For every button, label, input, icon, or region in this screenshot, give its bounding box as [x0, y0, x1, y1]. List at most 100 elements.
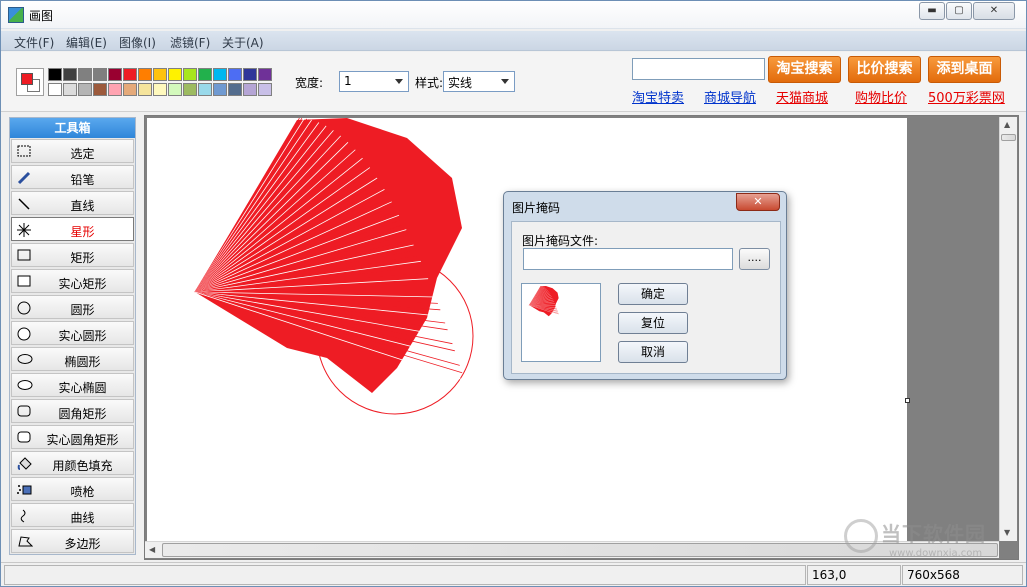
circle-icon [17, 301, 31, 315]
color-palette [48, 68, 272, 98]
close-icon: ✕ [753, 195, 763, 208]
airbrush-icon [17, 483, 32, 495]
tool-line[interactable]: 直线 [11, 191, 134, 215]
reset-button[interactable]: 复位 [618, 312, 688, 334]
tool-fill-bucket[interactable]: 用颜色填充 [11, 451, 134, 475]
scroll-up-icon[interactable]: ▲ [1004, 120, 1010, 129]
add-to-desktop-button[interactable]: 添到桌面 [928, 56, 1001, 83]
palette-swatch[interactable] [243, 68, 257, 81]
tool-select[interactable]: 选定 [11, 139, 134, 163]
palette-swatch[interactable] [153, 68, 167, 81]
scroll-down-icon[interactable]: ▼ [1004, 528, 1010, 537]
cancel-button[interactable]: 取消 [618, 341, 688, 363]
link-taobao-sale[interactable]: 淘宝特卖 [632, 87, 684, 106]
palette-swatch[interactable] [138, 68, 152, 81]
link-lottery[interactable]: 500万彩票网 [928, 87, 1005, 106]
mask-file-input[interactable] [523, 248, 733, 270]
palette-swatch[interactable] [123, 68, 137, 81]
scroll-left-icon[interactable]: ◀ [149, 545, 155, 554]
palette-swatch[interactable] [93, 68, 107, 81]
tool-label: 曲线 [70, 511, 95, 525]
palette-swatch[interactable] [63, 83, 77, 96]
palette-swatch[interactable] [183, 83, 197, 96]
palette-swatch[interactable] [153, 83, 167, 96]
cursor-coords: 163,0 [807, 565, 901, 585]
palette-swatch[interactable] [108, 68, 122, 81]
taobao-search-button[interactable]: 淘宝搜索 [768, 56, 841, 83]
menu-filter[interactable]: 滤镜(F) [170, 34, 210, 51]
dialog-title: 图片掩码 [512, 201, 561, 215]
palette-swatch[interactable] [168, 83, 182, 96]
vertical-scroll-thumb[interactable] [1001, 134, 1016, 141]
palette-swatch[interactable] [93, 83, 107, 96]
dialog-close-button[interactable]: ✕ [736, 193, 780, 211]
palette-swatch[interactable] [183, 68, 197, 81]
link-shopping-compare[interactable]: 购物比价 [855, 87, 907, 106]
fill-bucket-icon [17, 457, 32, 470]
menu-bar: 文件(F) 编辑(E) 图像(I) 滤镜(F) 关于(A) [1, 31, 1026, 51]
close-button[interactable]: ✕ [973, 2, 1015, 20]
palette-swatch[interactable] [213, 68, 227, 81]
tool-polygon[interactable]: 多边形 [11, 529, 134, 553]
palette-swatch[interactable] [258, 83, 272, 96]
paint-window: 画图 ▬ ▢ ✕ 文件(F) 编辑(E) 图像(I) 滤镜(F) 关于(A) 宽… [0, 0, 1027, 587]
palette-swatch[interactable] [108, 83, 122, 96]
palette-swatch[interactable] [48, 83, 62, 96]
palette-swatch[interactable] [138, 83, 152, 96]
tool-filled-rectangle[interactable]: 实心矩形 [11, 269, 134, 293]
tool-circle[interactable]: 圆形 [11, 295, 134, 319]
tool-label: 直线 [70, 199, 95, 213]
palette-swatch[interactable] [228, 83, 242, 96]
tool-filled-ellipse[interactable]: 实心椭圆 [11, 373, 134, 397]
pencil-icon [17, 171, 31, 185]
toolbar: 宽度: 1 样式: 实线 淘宝搜索 比价搜索 添到桌面 淘宝特卖 商城导航 天猫… [1, 52, 1026, 112]
link-mall-nav[interactable]: 商城导航 [704, 87, 756, 106]
tool-pencil[interactable]: 铅笔 [11, 165, 134, 189]
current-color-preview[interactable] [16, 68, 44, 96]
tool-filled-circle[interactable]: 实心圆形 [11, 321, 134, 345]
tool-label: 圆形 [70, 303, 95, 317]
foreground-color [21, 73, 33, 85]
palette-swatch[interactable] [123, 83, 137, 96]
paint-app-icon [8, 7, 24, 23]
vertical-scrollbar[interactable]: ▲ ▼ [999, 117, 1017, 541]
toolbox-title: 工具箱 [10, 118, 135, 138]
palette-swatch[interactable] [198, 68, 212, 81]
style-select[interactable]: 实线 [443, 71, 515, 92]
palette-swatch[interactable] [168, 68, 182, 81]
minimize-button[interactable]: ▬ [919, 2, 945, 20]
menu-file[interactable]: 文件(F) [14, 34, 54, 51]
tool-label: 实心椭圆 [58, 381, 107, 395]
tool-star[interactable]: 星形 [11, 217, 134, 241]
menu-image[interactable]: 图像(I) [119, 34, 156, 51]
palette-swatch[interactable] [48, 68, 62, 81]
palette-swatch[interactable] [258, 68, 272, 81]
price-compare-button[interactable]: 比价搜索 [848, 56, 921, 83]
palette-swatch[interactable] [63, 68, 77, 81]
width-select[interactable]: 1 [339, 71, 409, 92]
search-input[interactable] [632, 58, 765, 80]
link-tmall[interactable]: 天猫商城 [776, 87, 828, 106]
menu-edit[interactable]: 编辑(E) [66, 34, 107, 51]
menu-about[interactable]: 关于(A) [222, 34, 264, 51]
tool-label: 用颜色填充 [52, 459, 113, 473]
palette-swatch[interactable] [198, 83, 212, 96]
palette-swatch[interactable] [243, 83, 257, 96]
palette-swatch[interactable] [78, 83, 92, 96]
ok-button[interactable]: 确定 [618, 283, 688, 305]
palette-swatch[interactable] [228, 68, 242, 81]
palette-swatch[interactable] [78, 68, 92, 81]
mask-preview-image [529, 285, 559, 317]
maximize-button[interactable]: ▢ [946, 2, 972, 20]
palette-swatch[interactable] [213, 83, 227, 96]
window-title: 画图 [29, 9, 54, 23]
tool-ellipse[interactable]: 椭圆形 [11, 347, 134, 371]
tool-filled-rounded-rectangle[interactable]: 实心圆角矩形 [11, 425, 134, 449]
canvas-resize-handle[interactable] [905, 398, 910, 403]
tool-label: 铅笔 [70, 173, 95, 187]
tool-airbrush[interactable]: 喷枪 [11, 477, 134, 501]
browse-button[interactable]: .... [739, 248, 770, 270]
tool-rounded-rectangle[interactable]: 圆角矩形 [11, 399, 134, 423]
tool-rectangle[interactable]: 矩形 [11, 243, 134, 267]
tool-curve[interactable]: 曲线 [11, 503, 134, 527]
